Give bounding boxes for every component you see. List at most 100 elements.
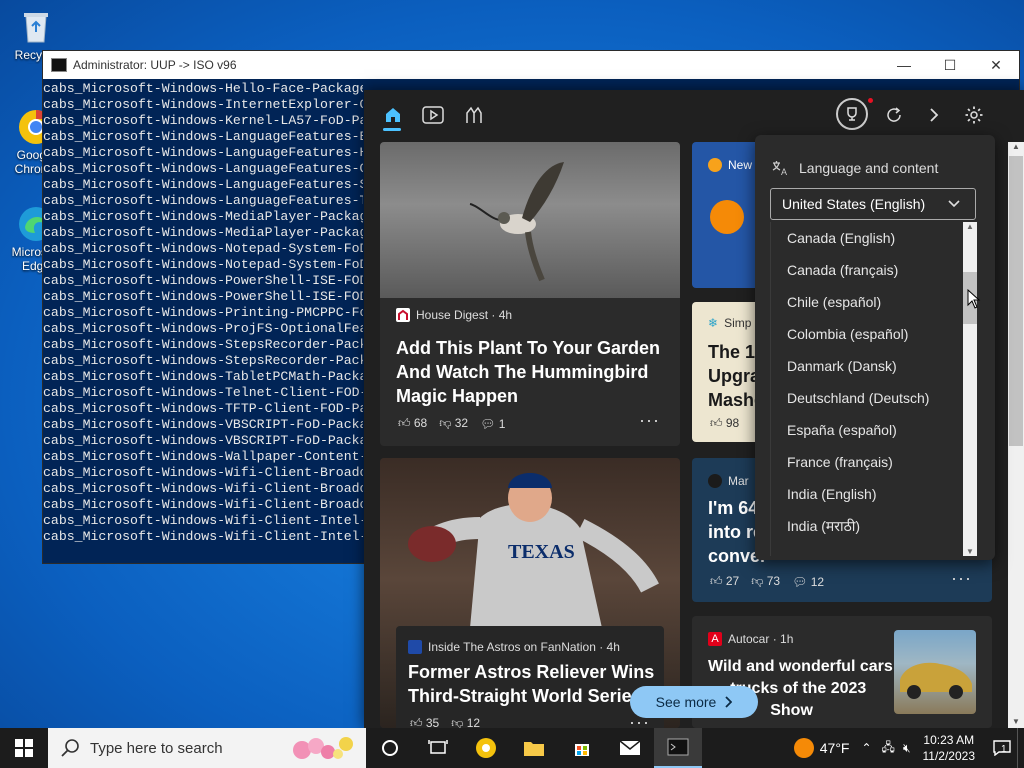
dislike-button[interactable]: 👎︎ 12 <box>451 716 480 728</box>
console-line: cabs_Microsoft-Windows-MediaPlayer-Packa… <box>43 209 363 224</box>
console-line: cabs_Microsoft-Windows-TabletPCMath-Pack… <box>43 369 363 384</box>
task-view-button[interactable] <box>414 728 462 768</box>
file-explorer-button[interactable] <box>510 728 558 768</box>
language-option[interactable]: Danmark (Dansk) <box>771 350 977 382</box>
card-headline[interactable]: Add This Plant To Your Garden And Watch … <box>396 336 666 408</box>
like-button[interactable]: 👍︎ 27 <box>710 574 739 589</box>
console-line: cabs_Microsoft-Windows-LanguageFeatures-… <box>43 129 363 144</box>
language-option[interactable]: India (English) <box>771 478 977 510</box>
maximize-button[interactable]: ☐ <box>927 57 973 74</box>
dislike-button[interactable]: 👎︎ 73 <box>751 574 780 589</box>
clock-date: 11/2/2023 <box>922 749 976 763</box>
mail-button[interactable] <box>606 728 654 768</box>
scroll-down-icon[interactable]: ▼ <box>963 547 977 556</box>
taskbar-search-box[interactable]: Type here to search <box>48 728 366 768</box>
refresh-button[interactable] <box>881 102 907 128</box>
language-option[interactable]: Canada (français) <box>771 254 977 286</box>
folder-icon <box>524 742 544 756</box>
chrome-taskbar-button[interactable] <box>462 728 510 768</box>
refresh-icon <box>887 107 901 122</box>
like-button[interactable]: 👍︎ 68 <box>398 416 427 431</box>
show-desktop-button[interactable] <box>1017 728 1024 768</box>
play-icon <box>422 106 444 124</box>
cortana-button[interactable] <box>366 728 414 768</box>
sun-icon <box>710 200 744 234</box>
language-option[interactable]: España (español) <box>771 414 977 446</box>
card-headline[interactable]: Former Astros Reliever Wins Third-Straig… <box>408 660 660 708</box>
recycle-bin-icon <box>17 8 55 46</box>
console-taskbar-button[interactable] <box>654 728 702 768</box>
language-option[interactable]: India (मराठी) <box>771 510 977 542</box>
hummingbird-image <box>380 142 680 298</box>
start-button[interactable] <box>0 728 48 768</box>
home-icon <box>386 108 400 122</box>
console-line: cabs_Microsoft-Windows-Wifi-Client-Broad… <box>43 481 363 496</box>
scroll-up-icon[interactable]: ▲ <box>1008 142 1024 151</box>
terminal-icon <box>667 738 689 756</box>
store-button[interactable] <box>558 728 606 768</box>
language-option[interactable]: Canada (English) <box>771 222 977 254</box>
show-hidden-icons-button[interactable]: ⌃ <box>861 741 871 755</box>
mouse-cursor-icon <box>967 289 981 309</box>
svg-text:A: A <box>781 167 787 177</box>
widgets-scrollbar[interactable]: ▲ ▼ <box>1008 142 1024 728</box>
card-reactions: 👍︎ 98 <box>710 416 739 431</box>
widgets-header <box>364 90 1024 138</box>
console-line: cabs_Microsoft-Windows-LanguageFeatures-… <box>43 145 363 160</box>
sports-tab[interactable] <box>461 102 487 128</box>
system-tray: 47°F ⌃ 🖧︎ 🔇︎ 10:23 AM 11/2/2023 1 <box>793 728 1024 768</box>
language-select[interactable]: United States (English) <box>770 188 976 220</box>
console-output[interactable]: cabs_Microsoft-Windows-Hello-Face-Packag… <box>43 79 363 559</box>
carousel-prev-button[interactable] <box>380 466 392 616</box>
scroll-down-icon[interactable]: ▼ <box>1008 717 1024 726</box>
flowers-icon <box>288 732 360 764</box>
console-line: cabs_Microsoft-Windows-Kernel-LA57-FoD-P… <box>43 113 363 128</box>
more-options-button[interactable]: ··· <box>639 410 660 431</box>
dropdown-scrollbar[interactable]: ▲ ▼ <box>963 222 977 556</box>
dislike-button[interactable]: 👎︎ 32 <box>439 416 468 431</box>
volume-icon[interactable]: 🔇︎ <box>903 741 911 756</box>
console-line: cabs_Microsoft-Windows-Hello-Face-Packag… <box>43 81 363 96</box>
comment-button[interactable]: 💬︎ 1 <box>480 417 505 431</box>
comment-button[interactable]: 💬︎ 12 <box>792 575 824 589</box>
card-source: A Autocar · 1h <box>708 632 793 646</box>
scroll-up-icon[interactable]: ▲ <box>963 222 977 231</box>
language-option[interactable]: Deutschland (Deutsch) <box>771 382 977 414</box>
weather-sun-icon <box>708 158 722 172</box>
store-icon <box>575 744 589 756</box>
language-option[interactable]: Colombia (español) <box>771 318 977 350</box>
settings-button[interactable] <box>961 102 987 128</box>
language-option[interactable]: France (français) <box>771 446 977 478</box>
video-tab[interactable] <box>420 102 446 128</box>
like-button[interactable]: 👍︎ 35 <box>410 716 439 728</box>
like-button[interactable]: 👍︎ 98 <box>710 416 739 431</box>
see-more-button[interactable]: See more <box>630 686 758 718</box>
network-icon[interactable]: 🖧︎ <box>882 738 895 759</box>
task-view-icon <box>428 740 448 754</box>
console-line: cabs_Microsoft-Windows-StepsRecorder-Pac… <box>43 337 363 352</box>
console-line: cabs_Microsoft-Windows-Wifi-Client-Intel… <box>43 529 363 544</box>
news-card-hummingbird[interactable]: House Digest · 4h Add This Plant To Your… <box>380 142 680 446</box>
home-tab[interactable] <box>380 102 406 128</box>
scrollbar-thumb[interactable] <box>1009 156 1023 446</box>
market-logo-icon <box>708 474 722 488</box>
car-image <box>894 630 976 714</box>
minimize-button[interactable]: — <box>881 57 927 74</box>
card-source: ❄ Simp <box>708 316 752 330</box>
sun-icon <box>793 738 814 758</box>
forward-button[interactable] <box>921 102 947 128</box>
close-button[interactable]: ✕ <box>973 57 1019 74</box>
more-options-button[interactable]: ··· <box>951 568 972 589</box>
language-option[interactable]: Chile (español) <box>771 286 977 318</box>
news-card-astros[interactable]: TEXAS Inside The Astros on FanNation · 4… <box>380 458 680 728</box>
home-tab-indicator <box>383 128 401 131</box>
weather-widget-button[interactable]: 47°F <box>793 738 849 758</box>
sports-icon <box>466 106 482 123</box>
clock[interactable]: 10:23 AM 11/2/2023 <box>923 732 976 764</box>
notifications-button[interactable]: 1 <box>987 728 1017 768</box>
cortana-icon <box>382 740 398 756</box>
console-titlebar[interactable]: Administrator: UUP -> ISO v96 — ☐ ✕ <box>43 51 1019 79</box>
gear-icon <box>965 106 983 124</box>
language-dropdown-list[interactable]: Canada (English) Canada (français) Chile (… <box>770 222 977 556</box>
rewards-button[interactable] <box>836 98 868 130</box>
